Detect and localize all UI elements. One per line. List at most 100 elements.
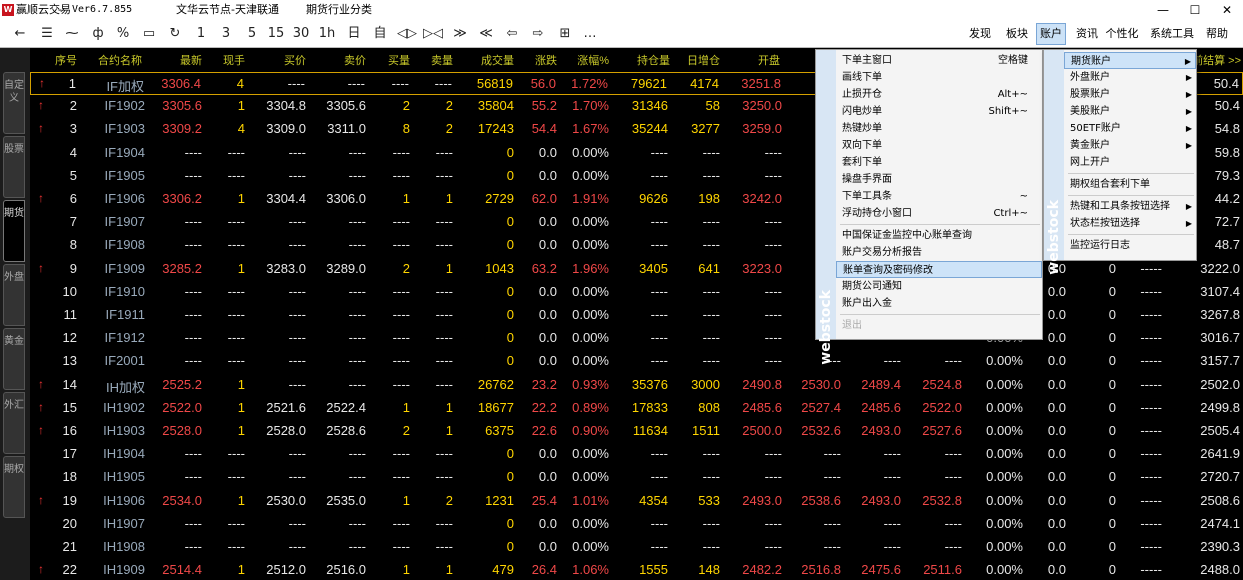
15-icon[interactable]: 15 xyxy=(266,23,286,45)
header-cell[interactable]: 成交量 xyxy=(481,52,514,68)
header-cell[interactable]: 卖价 xyxy=(344,52,366,68)
menu-item[interactable]: 套利下单 xyxy=(836,154,1042,171)
cell-c1: ---- xyxy=(883,539,901,554)
cell-c2: ---- xyxy=(944,539,962,554)
header-cell[interactable]: 日增仓 xyxy=(687,52,720,68)
arrow-left-icon[interactable]: ⇦ xyxy=(502,23,522,45)
menu-item[interactable]: 下单主窗口 空格键 xyxy=(836,52,1042,69)
table-row[interactable]: 13 IF2001 ---- ---- ---- ---- ---- ---- 0 0.0 0.00… xyxy=(30,350,1243,373)
refresh-icon[interactable]: ↻ xyxy=(165,23,185,45)
1h-icon[interactable]: 1h xyxy=(317,23,337,45)
header-cell[interactable]: 序号 xyxy=(55,52,77,68)
30-icon[interactable]: 30 xyxy=(291,23,311,45)
cell-c4: 0 xyxy=(1108,423,1116,438)
header-cell[interactable]: 最新 xyxy=(180,52,202,68)
menu-item[interactable]: 账单查询及密码修改 xyxy=(836,261,1042,278)
header-cell[interactable]: 涨幅% xyxy=(577,52,609,68)
menu-account[interactable]: 账户 xyxy=(1036,23,1066,45)
menu-item[interactable]: 美股账户 ▶ xyxy=(1064,103,1196,120)
table-row[interactable]: 10 IF1910 ---- ---- ---- ---- ---- ---- 0 0.0 0.00… xyxy=(30,281,1243,304)
menu-news[interactable]: 资讯 xyxy=(1072,23,1102,45)
menu-item[interactable]: 黄金账户 ▶ xyxy=(1064,137,1196,154)
side-tab-0[interactable]: 自定义 xyxy=(3,72,25,134)
menu-item[interactable]: 期权组合套利下单 xyxy=(1064,176,1196,193)
maximize-button[interactable]: ☐ xyxy=(1179,0,1211,20)
save-icon[interactable]: ▭ xyxy=(139,23,159,45)
menu-item[interactable]: 网上开户 xyxy=(1064,154,1196,171)
header-cell[interactable]: 合约名称 xyxy=(98,52,142,68)
menu-item[interactable]: 热键和工具条按钮选择 ▶ xyxy=(1064,198,1196,215)
D-icon[interactable]: 日 xyxy=(344,23,364,45)
menu-item[interactable]: 操盘手界面 xyxy=(836,171,1042,188)
table-row[interactable]: ↑ 19 IH1906 2534.0 1 2530.0 2535.0 1 2 1231 25.4 1.… xyxy=(30,490,1243,513)
minimize-button[interactable]: — xyxy=(1147,0,1179,20)
menu-item[interactable]: 监控运行日志 xyxy=(1064,237,1196,254)
side-tab-6[interactable]: 期权 xyxy=(3,456,25,518)
menu-item[interactable]: 状态栏按钮选择 ▶ xyxy=(1064,215,1196,232)
header-cell[interactable]: 卖量 xyxy=(431,52,453,68)
table-row[interactable]: ↑ 15 IH1902 2522.0 1 2521.6 2522.4 1 1 18677 22.2 0… xyxy=(30,397,1243,420)
side-tab-1[interactable]: 股票 xyxy=(3,136,25,198)
auto-icon[interactable]: 自 xyxy=(370,23,390,45)
5-icon[interactable]: 5 xyxy=(242,23,262,45)
kline-icon[interactable]: ф xyxy=(88,23,108,45)
menu-item[interactable]: 闪电炒单 Shift+~ xyxy=(836,103,1042,120)
menu-item[interactable]: 止损开仓 Alt+~ xyxy=(836,86,1042,103)
header-prev-settle[interactable]: 前结算 >> xyxy=(1192,52,1241,68)
header-cell[interactable]: 涨跌 xyxy=(535,52,557,68)
menu-item[interactable]: 热键炒单 xyxy=(836,120,1042,137)
table-row[interactable]: 12 IF1912 ---- ---- ---- ---- ---- ---- 0 0.0 0.00… xyxy=(30,327,1243,350)
menu-item[interactable]: 期货公司通知 xyxy=(836,278,1042,295)
table-row[interactable]: 20 IH1907 ---- ---- ---- ---- ---- ---- 0 0.0 0.00… xyxy=(30,513,1243,536)
side-tab-5[interactable]: 外汇 xyxy=(3,392,25,454)
side-tab-2[interactable]: 期货 xyxy=(3,200,25,262)
header-cell[interactable]: 现手 xyxy=(223,52,245,68)
cell-name: IF1908 xyxy=(104,237,145,253)
menu-item[interactable]: 中国保证金监控中心账单查询 xyxy=(836,227,1042,244)
header-cell[interactable]: 买价 xyxy=(284,52,306,68)
more-icon[interactable]: … xyxy=(580,23,600,45)
menu-item[interactable]: 双向下单 xyxy=(836,137,1042,154)
table-row[interactable]: 21 IH1908 ---- ---- ---- ---- ---- ---- 0 0.0 0.00… xyxy=(30,536,1243,559)
grid-icon[interactable]: ⊞ xyxy=(555,23,575,45)
chevron-down-icon[interactable]: ≫ xyxy=(450,23,470,45)
candlestick-icon[interactable]: % xyxy=(113,23,133,45)
table-row[interactable]: 18 IH1905 ---- ---- ---- ---- ---- ---- 0 0.0 0.00… xyxy=(30,466,1243,489)
chevron-up-icon[interactable]: ≪ xyxy=(476,23,496,45)
menu-sector[interactable]: 板块 xyxy=(1002,23,1032,45)
line-chart-icon[interactable]: ⁓ xyxy=(62,23,82,45)
table-row[interactable]: ↑ 22 IH1909 2514.4 1 2512.0 2516.0 1 1 479 26.4 1.0… xyxy=(30,559,1243,580)
side-tab-3[interactable]: 外盘 xyxy=(3,264,25,326)
arrow-right-icon[interactable]: ⇨ xyxy=(528,23,548,45)
menu-item[interactable]: 外盘账户 ▶ xyxy=(1064,69,1196,86)
cell-chg: 55.2 xyxy=(531,98,557,114)
menu-personalize[interactable]: 个性化 xyxy=(1102,23,1142,45)
expand-h-icon[interactable]: ◁▷ xyxy=(397,23,417,45)
table-row[interactable]: 11 IF1911 ---- ---- ---- ---- ---- ---- 0 0.0 0.00… xyxy=(30,304,1243,327)
collapse-h-icon[interactable]: ▷◁ xyxy=(423,23,443,45)
3-icon[interactable]: 3 xyxy=(216,23,236,45)
menu-item[interactable]: 账户出入金 xyxy=(836,295,1042,312)
header-cell[interactable]: 开盘 xyxy=(758,52,780,68)
menu-item[interactable]: 下单工具条 ~ xyxy=(836,188,1042,205)
menu-discover[interactable]: 发现 xyxy=(965,23,995,45)
back-arrow-icon[interactable]: ← xyxy=(10,23,30,45)
header-cell[interactable]: 买量 xyxy=(388,52,410,68)
cell-last: 3305.6 xyxy=(162,98,202,114)
menu-item[interactable]: 股票账户 ▶ xyxy=(1064,86,1196,103)
menu-item[interactable]: 账户交易分析报告 xyxy=(836,244,1042,261)
menu-help[interactable]: 帮助 xyxy=(1201,23,1233,45)
1-icon[interactable]: 1 xyxy=(191,23,211,45)
close-button[interactable]: ✕ xyxy=(1211,0,1243,20)
menu-item[interactable]: 期货账户 ▶ xyxy=(1064,52,1196,69)
doc-list-icon[interactable]: ☰ xyxy=(37,23,57,45)
side-tab-4[interactable]: 黄金 xyxy=(3,328,25,390)
table-row[interactable]: 17 IH1904 ---- ---- ---- ---- ---- ---- 0 0.0 0.00… xyxy=(30,443,1243,466)
menu-item[interactable]: 50ETF账户 ▶ xyxy=(1064,120,1196,137)
menu-system-tools[interactable]: 系统工具 xyxy=(1148,23,1196,45)
menu-item[interactable]: 画线下单 xyxy=(836,69,1042,86)
header-cell[interactable]: 持仓量 xyxy=(637,52,670,68)
menu-item[interactable]: 浮动持仓小窗口 Ctrl+~ xyxy=(836,205,1042,222)
table-row[interactable]: ↑ 14 IH加权 2525.2 1 ---- ---- ---- ---- 26762 23.2 0… xyxy=(30,374,1243,397)
table-row[interactable]: ↑ 16 IH1903 2528.0 1 2528.0 2528.6 2 1 6375 22.6 0.… xyxy=(30,420,1243,443)
